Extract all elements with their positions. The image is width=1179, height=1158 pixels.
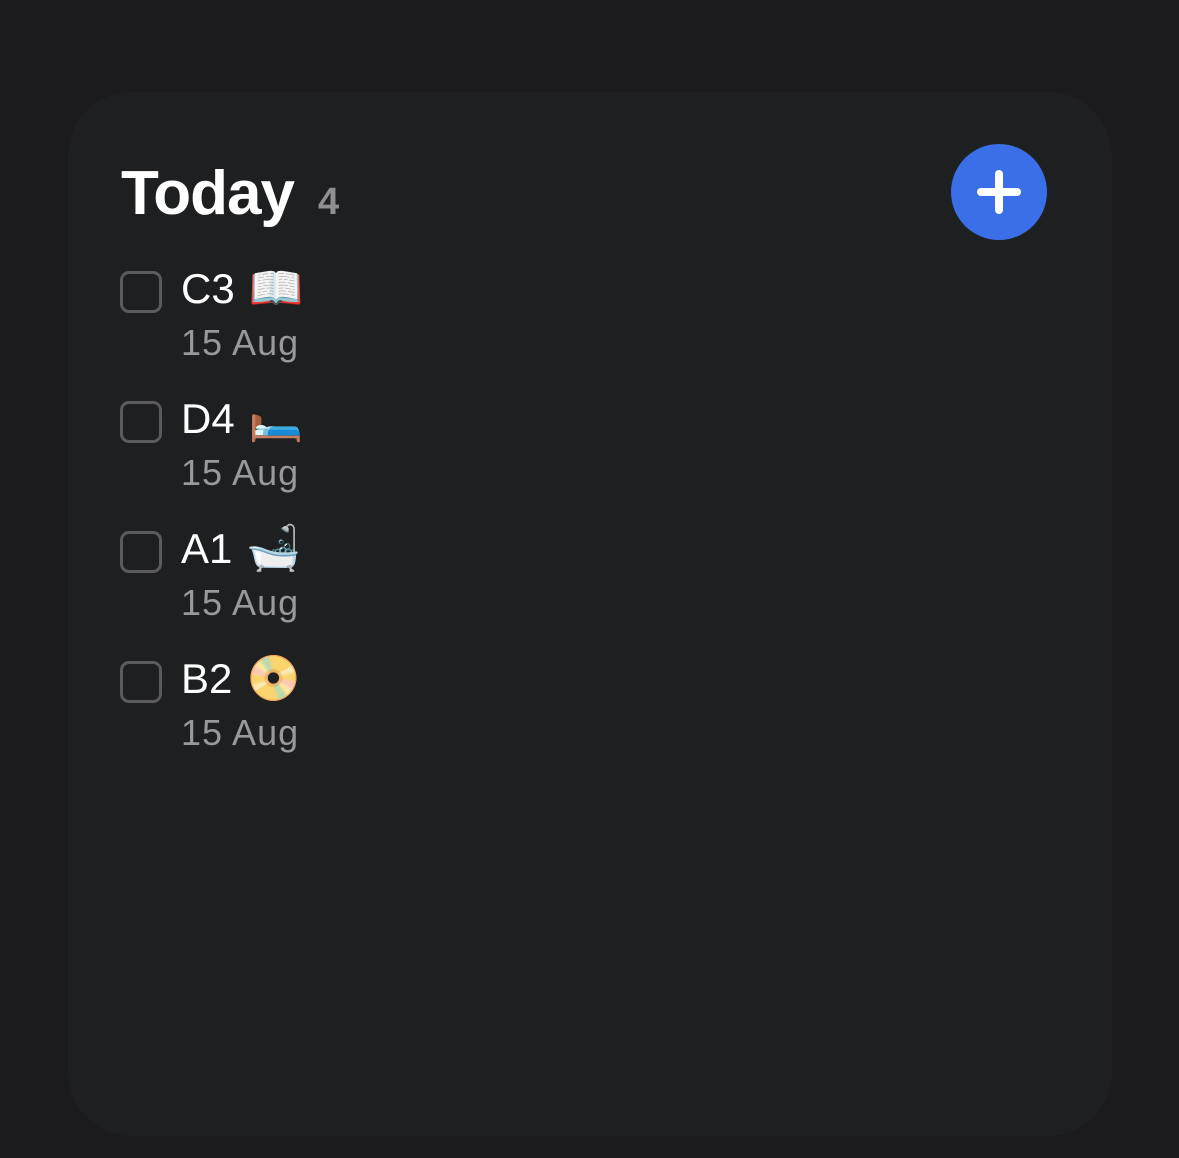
task-title: D4 🛏️ xyxy=(181,392,304,446)
task-checkbox[interactable] xyxy=(120,661,162,703)
plus-icon xyxy=(977,170,1021,214)
book-icon: 📖 xyxy=(248,264,304,313)
bed-icon: 🛏️ xyxy=(248,394,304,443)
task-title: A1 🛁 xyxy=(181,522,301,576)
task-count: 4 xyxy=(317,181,340,223)
widget-header: Today 4 xyxy=(121,158,339,229)
widget-title: Today xyxy=(121,159,295,228)
task-name: C3 xyxy=(181,265,235,312)
task-title: C3 📖 xyxy=(181,262,304,316)
bathtub-icon: 🛁 xyxy=(246,524,302,573)
add-task-button[interactable] xyxy=(951,144,1047,240)
task-name: B2 xyxy=(181,655,233,702)
task-list: C3 📖 15 Aug D4 🛏️ 15 Aug A1 🛁 15 Aug B2 … xyxy=(120,262,1020,782)
task-date: 15 Aug xyxy=(181,322,300,363)
task-date: 15 Aug xyxy=(181,452,300,493)
task-name: D4 xyxy=(181,395,235,442)
task-date: 15 Aug xyxy=(181,712,300,753)
task-item[interactable]: C3 📖 15 Aug xyxy=(120,262,1020,392)
task-item[interactable]: B2 📀 15 Aug xyxy=(120,652,1020,782)
task-title: B2 📀 xyxy=(181,652,301,706)
today-widget: Today 4 C3 📖 15 Aug D4 🛏️ 15 Aug A1 🛁 15… xyxy=(68,92,1112,1136)
task-item[interactable]: D4 🛏️ 15 Aug xyxy=(120,392,1020,522)
task-item[interactable]: A1 🛁 15 Aug xyxy=(120,522,1020,652)
task-name: A1 xyxy=(181,525,233,572)
task-checkbox[interactable] xyxy=(120,271,162,313)
task-checkbox[interactable] xyxy=(120,531,162,573)
task-checkbox[interactable] xyxy=(120,401,162,443)
dvd-icon: 📀 xyxy=(246,654,302,703)
task-date: 15 Aug xyxy=(181,582,300,623)
